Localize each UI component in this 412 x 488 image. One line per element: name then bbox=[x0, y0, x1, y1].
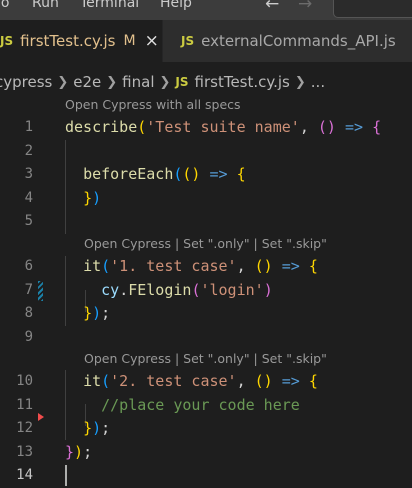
code-text: it('1. test case', () => { bbox=[83, 257, 318, 275]
tab-firsttest[interactable]: JS firstTest.cy.js M × bbox=[0, 20, 162, 62]
code-line: 12 }); bbox=[0, 413, 412, 440]
command-center-search[interactable] bbox=[333, 0, 412, 18]
variable-token: cy bbox=[101, 281, 120, 299]
modified-indicator: M bbox=[123, 33, 136, 49]
menu-help[interactable]: Help bbox=[160, 0, 192, 11]
code-line: 7 cy.FElogin('login') bbox=[0, 279, 412, 302]
function-token: FElogin bbox=[128, 281, 192, 299]
function-token: describe bbox=[65, 118, 138, 136]
line-number: 7 bbox=[24, 282, 33, 298]
chevron-right-icon: ❯ bbox=[159, 74, 171, 90]
line-number: 2 bbox=[24, 143, 33, 159]
javascript-file-icon: JS bbox=[181, 34, 195, 48]
javascript-file-icon: JS bbox=[0, 34, 14, 48]
function-token: it bbox=[83, 372, 102, 390]
breadcrumb-item-final[interactable]: final bbox=[122, 73, 154, 91]
arrow-left-icon[interactable]: ← bbox=[265, 0, 279, 14]
code-line: 4 }) bbox=[0, 187, 412, 210]
code-line: 10 it('2. test case', () => { bbox=[0, 370, 412, 393]
breadcrumb-item-cypress[interactable]: cypress bbox=[0, 73, 52, 91]
code-line: 3 beforeEach(() => { bbox=[0, 163, 412, 186]
code-text: }); bbox=[83, 304, 111, 322]
breadcrumb-item-file[interactable]: firstTest.cy.js bbox=[195, 73, 290, 91]
code-line: 9 bbox=[0, 326, 412, 349]
tab-label: externalCommands_API.js bbox=[201, 32, 396, 50]
line-number: 6 bbox=[24, 258, 33, 274]
comment-token: //place your code here bbox=[101, 396, 300, 414]
code-line: 13 }); bbox=[0, 441, 412, 464]
line-number: 8 bbox=[24, 305, 33, 321]
code-text: describe('Test suite name', () => { bbox=[65, 118, 382, 136]
gutter-modified-marker[interactable] bbox=[38, 281, 43, 301]
chevron-right-icon: ❯ bbox=[57, 74, 69, 90]
breadcrumb-item-e2e[interactable]: e2e bbox=[73, 73, 101, 91]
javascript-file-icon: JS bbox=[175, 75, 189, 89]
line-number: 12 bbox=[16, 420, 33, 436]
string-token: 'Test suite name' bbox=[146, 118, 300, 136]
code-line: 6 it('1. test case', () => { bbox=[0, 255, 412, 278]
breadcrumb: cypress ❯ e2e ❯ final ❯ JS firstTest.cy.… bbox=[0, 70, 325, 94]
code-line: 2 bbox=[0, 140, 412, 163]
code-editor[interactable]: Open Cypress with all specs 1 describe('… bbox=[0, 94, 412, 488]
close-icon[interactable]: × bbox=[145, 31, 159, 51]
line-number: 9 bbox=[24, 329, 33, 345]
chevron-right-icon: ❯ bbox=[294, 74, 306, 90]
chevron-right-icon: ❯ bbox=[106, 74, 118, 90]
code-line: 14 bbox=[0, 464, 412, 487]
menu-go[interactable]: Go bbox=[0, 0, 9, 11]
code-line: 1 describe('Test suite name', () => { bbox=[0, 116, 412, 139]
line-number: 1 bbox=[24, 119, 33, 135]
line-number: 4 bbox=[24, 190, 33, 206]
code-text: it('2. test case', () => { bbox=[83, 372, 318, 390]
line-number: 11 bbox=[16, 397, 33, 413]
string-token: '2. test case' bbox=[110, 372, 237, 390]
code-line: 11 //place your code here bbox=[0, 394, 412, 417]
gutter-deleted-marker[interactable] bbox=[38, 413, 44, 421]
string-token: '1. test case' bbox=[110, 257, 237, 275]
code-text: beforeEach(() => { bbox=[83, 165, 246, 183]
menu-bar: Go Run Terminal Help ← → bbox=[0, 0, 412, 20]
function-token: beforeEach bbox=[83, 165, 174, 183]
code-text: }) bbox=[83, 189, 102, 207]
code-line: 8 }); bbox=[0, 302, 412, 325]
codelens-test-2[interactable]: Open Cypress | Set ".only" | Set ".skip" bbox=[84, 351, 327, 366]
string-token: 'login' bbox=[200, 281, 264, 299]
line-number: 14 bbox=[16, 467, 33, 483]
tab-externalcommands-api[interactable]: JS externalCommands_API.js bbox=[162, 20, 412, 62]
codelens-open-all-specs[interactable]: Open Cypress with all specs bbox=[65, 97, 241, 112]
line-number: 3 bbox=[24, 166, 33, 182]
code-line: 5 bbox=[0, 210, 412, 233]
line-number: 10 bbox=[16, 373, 33, 389]
arrow-right-icon[interactable]: → bbox=[298, 0, 312, 14]
function-token: it bbox=[83, 257, 102, 275]
codelens-test-1[interactable]: Open Cypress | Set ".only" | Set ".skip" bbox=[84, 236, 327, 251]
code-text: //place your code here bbox=[65, 394, 300, 417]
breadcrumb-item-more[interactable]: ... bbox=[311, 73, 325, 91]
tab-label: firstTest.cy.js bbox=[20, 32, 116, 50]
code-text: }); bbox=[65, 443, 93, 461]
line-number: 5 bbox=[24, 213, 33, 229]
code-text: cy.FElogin('login') bbox=[101, 281, 273, 299]
text-cursor bbox=[65, 465, 67, 486]
line-number: 13 bbox=[16, 444, 33, 460]
menu-run[interactable]: Run bbox=[32, 0, 59, 11]
code-text: }); bbox=[83, 419, 111, 437]
editor-tab-bar: JS firstTest.cy.js M × JS externalComman… bbox=[0, 20, 412, 62]
menu-terminal[interactable]: Terminal bbox=[80, 0, 139, 11]
